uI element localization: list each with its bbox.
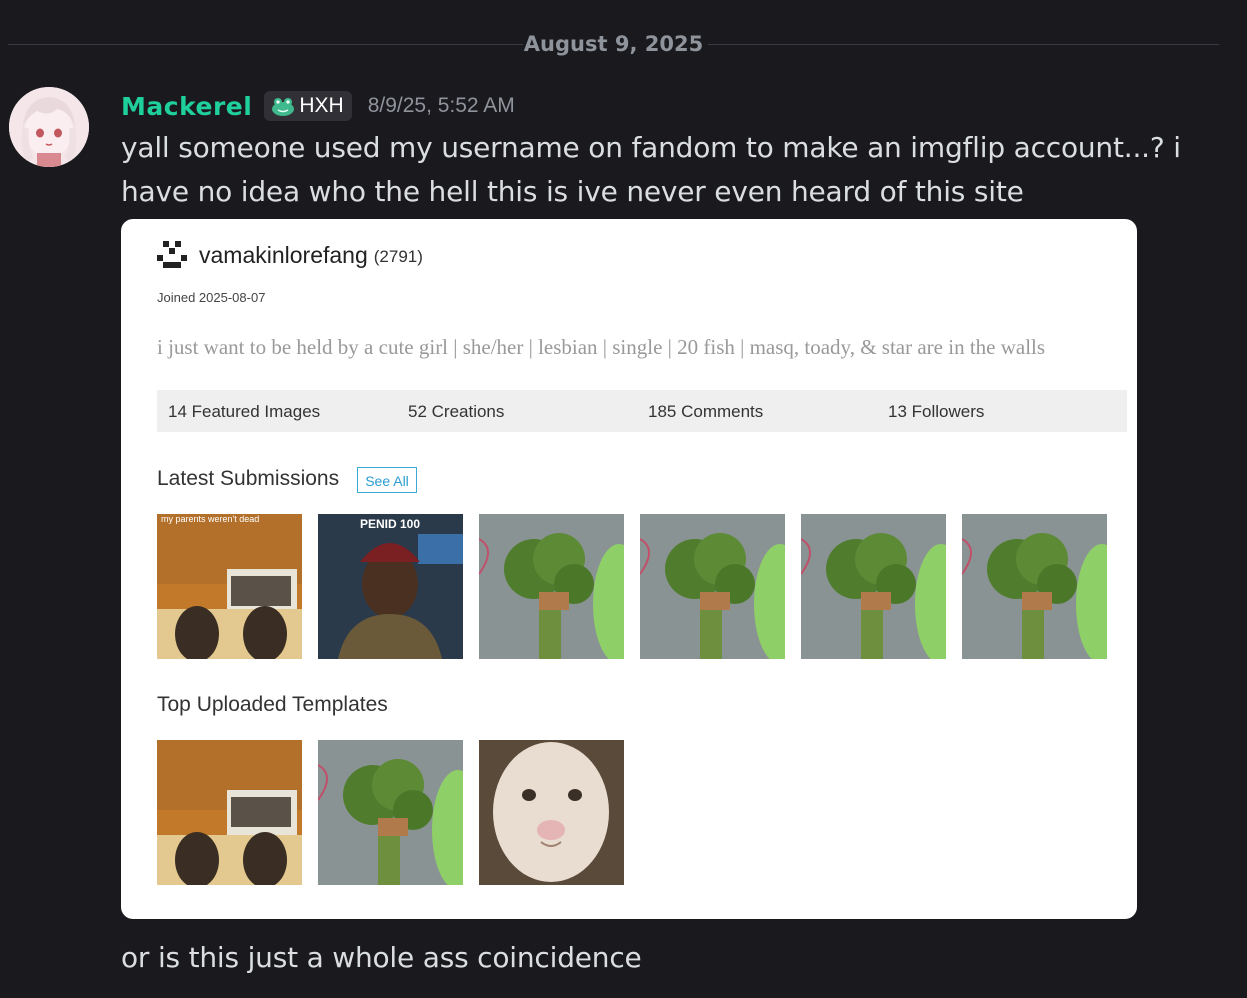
stat-comments: 185 Comments <box>648 402 764 421</box>
stat-followers: 13 Followers <box>888 402 985 421</box>
avatar[interactable] <box>9 87 89 167</box>
template-broccoli <box>318 740 463 885</box>
profile-bio: i just want to be held by a cute girl | … <box>157 335 1046 359</box>
thumbnail-crocs: my parents weren't dead <box>157 514 302 659</box>
template-crocs <box>157 740 302 885</box>
frog-icon <box>272 98 295 116</box>
date-divider: August 9, 2025 <box>8 30 1219 60</box>
stat-featured: 14 Featured Images <box>168 402 321 421</box>
guild-tag-label: HXH <box>299 94 344 117</box>
thumbnail-broccoli <box>479 514 624 659</box>
message-header: Mackerel HXH 8/9/25, 5:52 AM <box>121 86 515 126</box>
stat-creations: 52 Creations <box>408 402 505 421</box>
thumbnail-caption: my parents weren't dead <box>161 514 259 524</box>
profile-header: vamakinlorefang (2791) <box>157 241 423 269</box>
thumbnail-meme: PENID 100 <box>318 514 463 659</box>
see-all-button: See All <box>357 467 417 493</box>
guild-tag[interactable]: HXH <box>264 91 352 121</box>
thumbnail-broccoli <box>640 514 785 659</box>
message-timestamp[interactable]: 8/9/25, 5:52 AM <box>368 94 515 118</box>
message-text: yall someone used my username on fandom … <box>121 131 1181 208</box>
latest-submissions-heading: Latest Submissions <box>157 467 340 490</box>
profile-joined: Joined 2025-08-07 <box>157 290 266 305</box>
thumbnail-broccoli <box>801 514 946 659</box>
top-templates-heading: Top Uploaded Templates <box>157 693 388 716</box>
thumbnail-caption: PENID 100 <box>360 517 420 531</box>
pixel-avatar-icon <box>157 241 187 268</box>
profile-stats-bar: 14 Featured Images 52 Creations 185 Comm… <box>157 390 1127 432</box>
profile-username: vamakinlorefang <box>199 241 368 268</box>
image-attachment[interactable]: vamakinlorefang (2791) Joined 2025-08-07… <box>121 219 1137 919</box>
template-cat <box>479 740 624 885</box>
thumbnail-broccoli <box>962 514 1107 659</box>
message-text-followup: or is this just a whole ass coincidence <box>121 941 642 974</box>
divider-line-right <box>708 44 1219 45</box>
username[interactable]: Mackerel <box>121 92 252 121</box>
profile-points: (2791) <box>373 247 423 266</box>
